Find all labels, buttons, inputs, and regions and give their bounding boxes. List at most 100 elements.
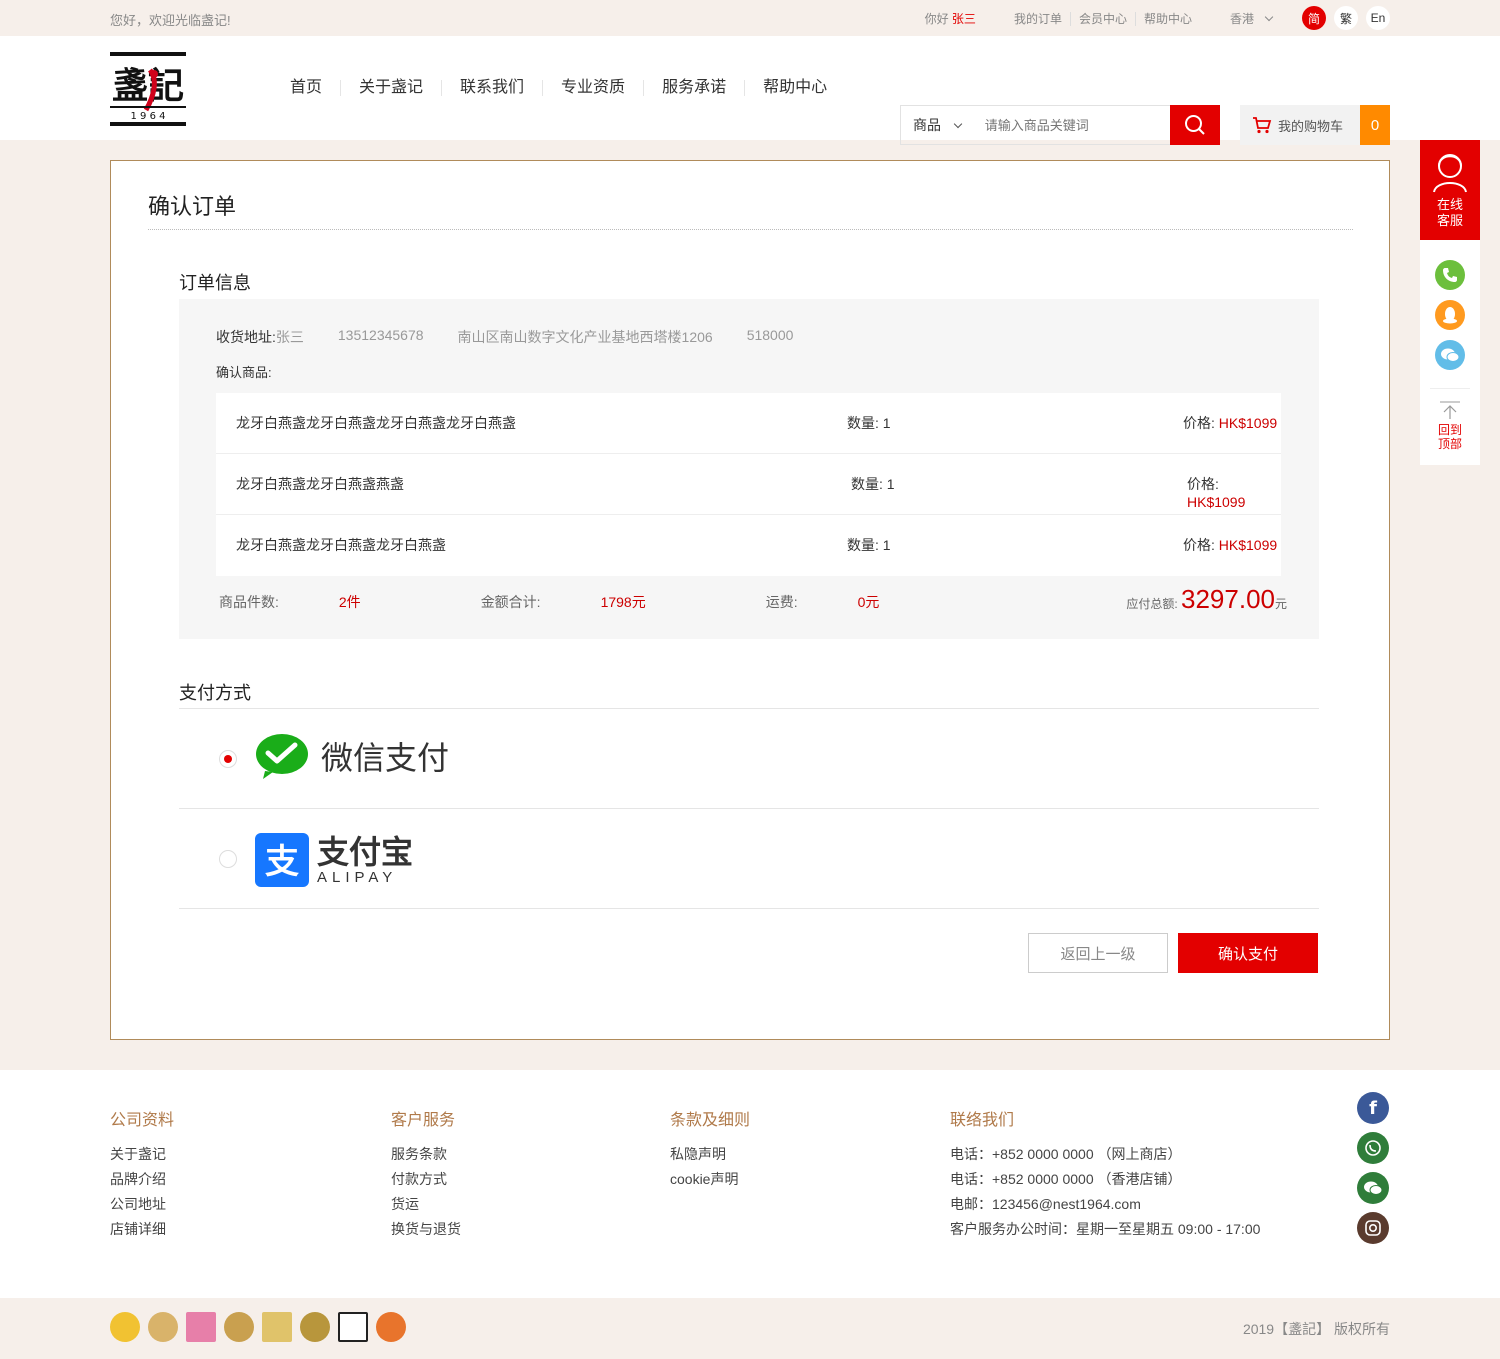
user-name-link[interactable]: 张三 xyxy=(952,12,976,26)
arrow-up-icon xyxy=(1440,401,1460,419)
footer-link[interactable]: 货运 xyxy=(391,1192,461,1217)
chevron-down-icon xyxy=(1264,12,1274,21)
search-input[interactable] xyxy=(976,106,1171,144)
goods-label: 确认商品: xyxy=(216,365,272,380)
site-header: 盞記 1 9 6 4 首页 关于盏记 联系我们 专业资质 服务承诺 帮助中心 商… xyxy=(0,36,1500,145)
divider xyxy=(179,808,1319,809)
wechat-pay-radio[interactable] xyxy=(219,750,237,768)
payment-method-title: 支付方式 xyxy=(179,683,251,703)
shipping-fee: 运费: 0元 xyxy=(765,594,880,610)
svg-text:1 9 6 4: 1 9 6 4 xyxy=(131,111,166,122)
wechat-pay-option[interactable]: 微信支付 xyxy=(255,733,449,779)
goods-name: 龙牙白燕盏龙牙白燕盏燕盏 xyxy=(236,476,404,492)
footer-link[interactable]: 品牌介绍 xyxy=(110,1167,174,1192)
goods-qty: 数量: 1 xyxy=(847,537,891,553)
amount-sum: 金额合计: 1798元 xyxy=(480,594,646,610)
side-toolbar: 在线客服 回到顶部 xyxy=(1420,140,1480,465)
badge-icon xyxy=(376,1312,406,1342)
lang-traditional[interactable]: 繁 xyxy=(1334,6,1358,30)
lang-simplified[interactable]: 简 xyxy=(1302,6,1326,30)
region-select[interactable]: 香港 xyxy=(1230,10,1274,27)
goods-name: 龙牙白燕盏龙牙白燕盏龙牙白燕盏龙牙白燕盏 xyxy=(236,415,516,431)
top-bar: 您好，欢迎光临盏记! 你好 张三 我的订单 会员中心 帮助中心 香港 简 繁 En xyxy=(0,0,1500,36)
brand-logo[interactable]: 盞記 1 9 6 4 xyxy=(110,52,186,126)
address-detail: 南山区南山数字文化产业基地西塔楼1206 xyxy=(457,329,713,345)
divider xyxy=(148,229,1353,230)
goods-name: 龙牙白燕盏龙牙白燕盏龙牙白燕盏 xyxy=(236,537,446,553)
badge-icon xyxy=(148,1312,178,1342)
online-service-label: 在线客服 xyxy=(1436,197,1463,228)
footer-link[interactable]: 服务条款 xyxy=(391,1142,461,1167)
goods-row: 龙牙白燕盏龙牙白燕盏龙牙白燕盏龙牙白燕盏 数量: 1 价格: HK$1099 xyxy=(216,393,1281,454)
wechat-icon[interactable] xyxy=(1435,340,1465,370)
bottom-bar: 2019【盞記】 版权所有 xyxy=(0,1298,1500,1359)
page-title: 确认订单 xyxy=(148,194,237,219)
whatsapp-icon[interactable] xyxy=(1357,1132,1389,1164)
divider xyxy=(1430,388,1470,389)
back-button[interactable]: 返回上一级 xyxy=(1028,933,1168,973)
badge-icon xyxy=(110,1312,140,1342)
welcome-text: 您好，欢迎光临盏记! xyxy=(110,13,231,28)
main-nav: 首页 关于盏记 联系我们 专业资质 服务承诺 帮助中心 xyxy=(272,36,845,140)
phone-icon[interactable] xyxy=(1435,260,1465,290)
site-footer: 公司资料 关于盏记 品牌介绍 公司地址 店铺详细 客户服务 服务条款 付款方式 … xyxy=(0,1070,1500,1298)
nav-help[interactable]: 帮助中心 xyxy=(745,80,845,96)
confirm-pay-button[interactable]: 确认支付 xyxy=(1178,933,1318,973)
alipay-label-en: ALIPAY xyxy=(317,868,398,886)
item-count: 商品件数: 2件 xyxy=(219,594,361,610)
nav-service[interactable]: 服务承诺 xyxy=(644,80,746,96)
footer-link[interactable]: cookie声明 xyxy=(670,1167,750,1192)
cart-button[interactable]: 我的购物车 0 xyxy=(1240,105,1390,145)
order-summary: 商品件数: 2件 金额合计: 1798元 运费: 0元 xyxy=(219,592,999,612)
contact-line: 电邮：123456@nest1964.com xyxy=(950,1196,1141,1212)
goods-list: 龙牙白燕盏龙牙白燕盏龙牙白燕盏龙牙白燕盏 数量: 1 价格: HK$1099 龙… xyxy=(216,393,1281,576)
alipay-option[interactable]: 支 支付宝 ALIPAY xyxy=(255,833,413,887)
member-center-link[interactable]: 会员中心 xyxy=(1070,11,1136,26)
badge-icon xyxy=(338,1312,368,1342)
customer-service-icon xyxy=(1433,154,1467,193)
online-service-button[interactable]: 在线客服 xyxy=(1420,140,1480,240)
svg-text:支: 支 xyxy=(265,842,299,882)
footer-link[interactable]: 关于盏记 xyxy=(110,1142,174,1167)
footer-col-terms: 条款及细则 私隐声明 cookie声明 xyxy=(670,1106,750,1192)
divider xyxy=(179,708,1319,709)
instagram-icon[interactable] xyxy=(1357,1212,1389,1244)
nav-about[interactable]: 关于盏记 xyxy=(341,80,443,96)
nav-contact[interactable]: 联系我们 xyxy=(442,80,544,96)
contact-line: 客户服务办公时间：星期一至星期五 09:00 - 17:00 xyxy=(950,1221,1261,1237)
nav-qualification[interactable]: 专业资质 xyxy=(543,80,645,96)
footer-link[interactable]: 付款方式 xyxy=(391,1167,461,1192)
wechat-icon[interactable] xyxy=(1357,1172,1389,1204)
footer-link[interactable]: 店铺详细 xyxy=(110,1217,174,1242)
badge-icon xyxy=(186,1312,216,1342)
wechat-pay-icon xyxy=(256,734,308,779)
facebook-icon[interactable]: f xyxy=(1357,1092,1389,1124)
search-button[interactable] xyxy=(1170,105,1220,145)
qq-icon[interactable] xyxy=(1435,300,1465,330)
goods-row: 龙牙白燕盏龙牙白燕盏燕盏 数量: 1 价格: HK$1099 xyxy=(216,454,1281,515)
user-greeting: 你好 张三 xyxy=(924,11,976,26)
chevron-down-icon xyxy=(953,119,963,128)
goods-qty: 数量: 1 xyxy=(851,476,895,492)
contact-line: 电话：+852 0000 0000 （网上商店） xyxy=(950,1146,1182,1162)
help-center-link[interactable]: 帮助中心 xyxy=(1136,12,1200,26)
search-category-select[interactable]: 商品 xyxy=(901,106,977,144)
order-info-title: 订单信息 xyxy=(179,273,251,293)
back-to-top-button[interactable]: 回到顶部 xyxy=(1420,400,1480,451)
total-payable: 应付总额: 3297.00元 xyxy=(1126,584,1287,614)
footer-link[interactable]: 私隐声明 xyxy=(670,1142,750,1167)
address-zip: 518000 xyxy=(746,327,794,343)
badge-icon xyxy=(262,1312,292,1342)
footer-link[interactable]: 换货与退货 xyxy=(391,1217,461,1242)
alipay-label: 支付宝 xyxy=(317,832,414,871)
footer-link[interactable]: 公司地址 xyxy=(110,1192,174,1217)
badge-icon xyxy=(224,1312,254,1342)
my-orders-link[interactable]: 我的订单 xyxy=(1005,11,1071,26)
lang-english[interactable]: En xyxy=(1366,6,1390,30)
contact-line: 电话：+852 0000 0000 （香港店铺） xyxy=(950,1171,1182,1187)
alipay-radio[interactable] xyxy=(219,850,237,868)
total-amount: 3297.00 xyxy=(1181,584,1275,614)
alipay-icon: 支 xyxy=(255,833,309,887)
cart-icon xyxy=(1253,117,1272,134)
nav-home[interactable]: 首页 xyxy=(272,80,342,96)
